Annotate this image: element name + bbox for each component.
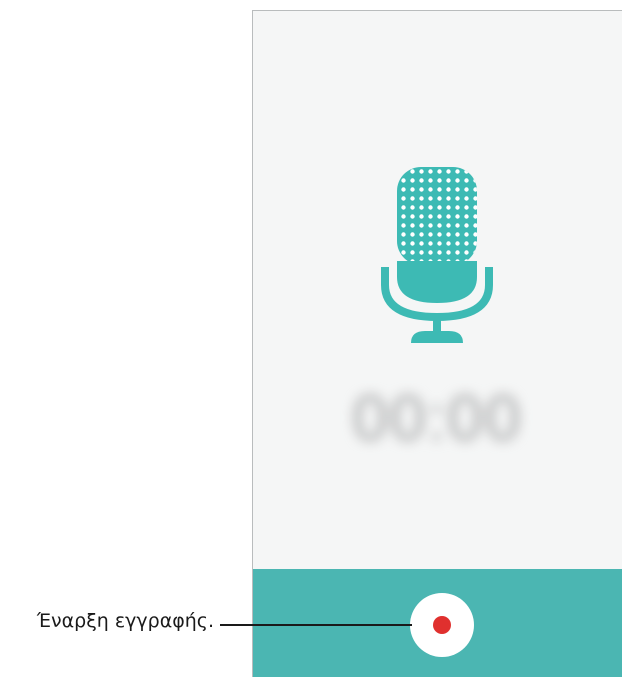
callout-line: [220, 624, 412, 626]
callout-label: Έναρξη εγγραφής.: [36, 610, 214, 632]
record-button[interactable]: [410, 593, 474, 657]
control-bar: [253, 569, 622, 677]
recording-timer: 00:00: [352, 382, 523, 454]
voice-recorder-screen: 00:00: [252, 10, 622, 677]
microphone-icon: [381, 167, 493, 343]
record-dot-icon: [433, 616, 451, 634]
